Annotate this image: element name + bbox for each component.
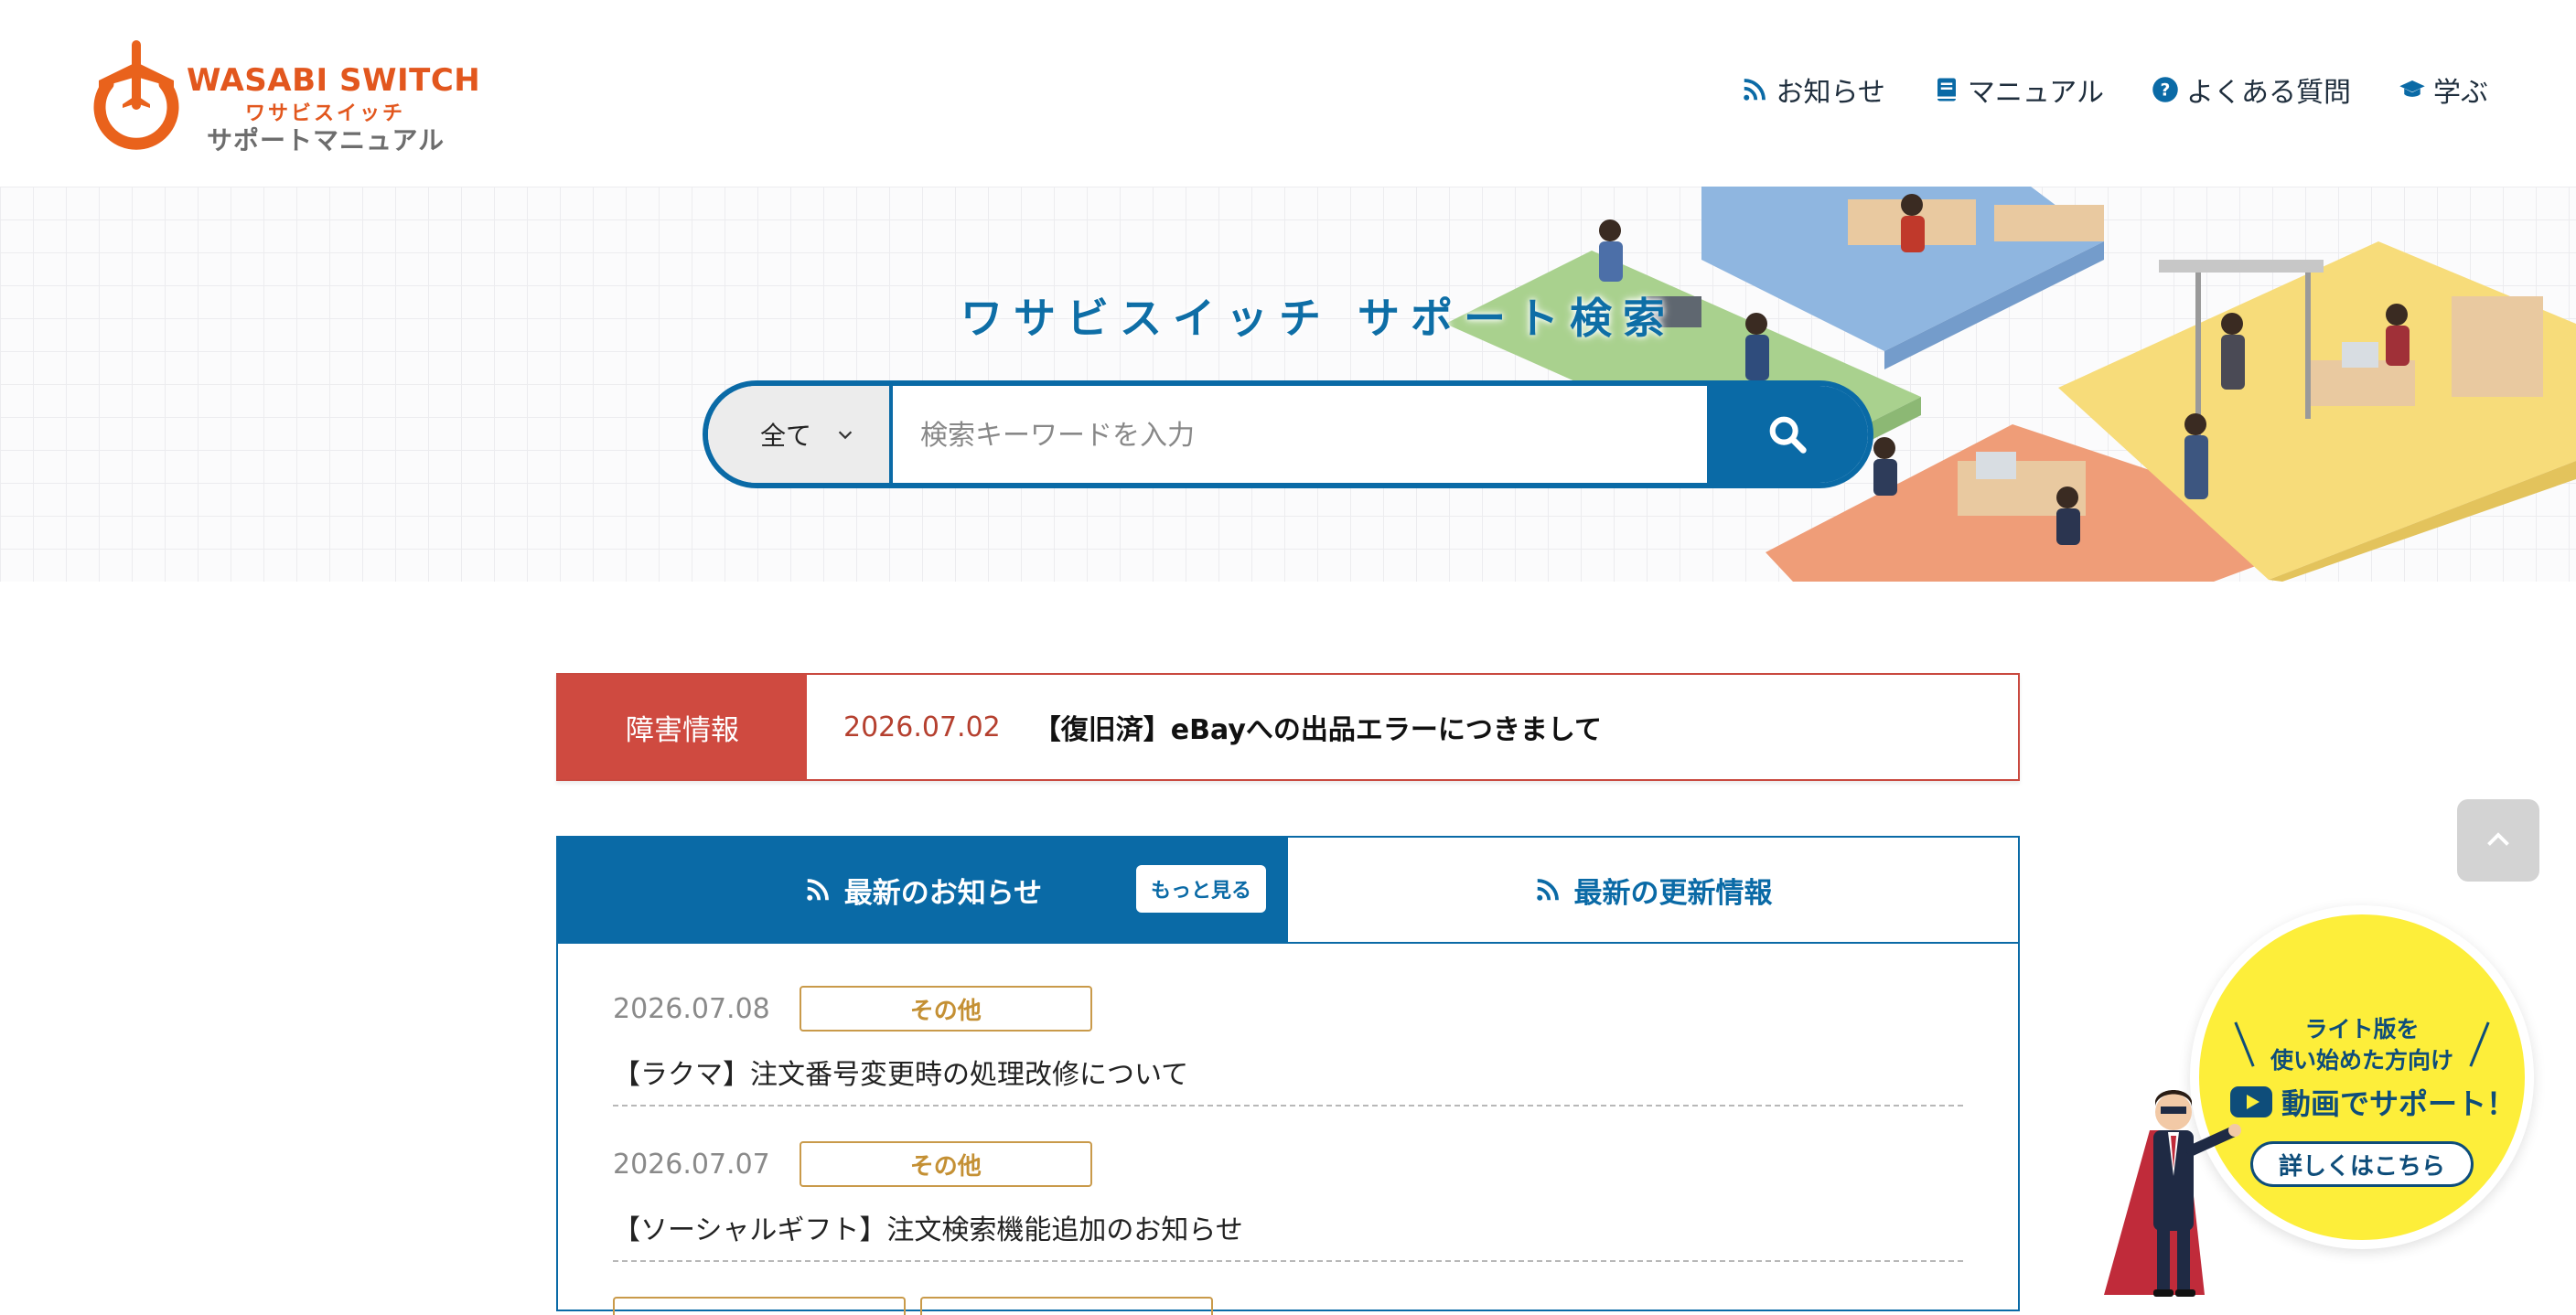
plane-power-logo-icon (93, 40, 179, 150)
nav-item-label: 学ぶ (2433, 77, 2488, 109)
promo-main-text: 動画でサポート！ (2281, 1086, 2517, 1121)
search-button[interactable] (1707, 386, 1868, 483)
promo-details-button[interactable]: 詳しくはこちら (2250, 1141, 2474, 1187)
svg-text:?: ? (2161, 80, 2171, 100)
news-title[interactable]: 【ソーシャルギフト】注文検索機能追加のお知らせ (613, 1207, 1963, 1247)
chevron-down-icon (838, 431, 853, 440)
tab-label: 最新のお知らせ (843, 876, 1043, 910)
search-icon (1769, 416, 1807, 454)
superhero-businessman-illustration (2104, 1090, 2241, 1297)
nav-item-manual[interactable]: マニュアル (1933, 69, 2104, 110)
divider (613, 1260, 1963, 1262)
logo-subtitle: サポートマニュアル (207, 125, 445, 155)
news-tabs: 最新のお知らせ もっと見る 最新の更新情報 (558, 838, 2018, 944)
news-item[interactable]: 2026.07.07 その他 【ソーシャルギフト】注文検索機能追加のお知らせ (613, 1141, 1963, 1247)
video-support-promo: ライト版を 使い始めた方向け 動画でサポート！ 詳しくはこちら (2086, 905, 2543, 1300)
rss-icon (1536, 879, 1559, 901)
news-title[interactable]: 【ラクマ】注文番号変更時の処理改修について (613, 1052, 1963, 1092)
search-hero: ワサビスイッチ サポート検索 全て (0, 187, 2576, 582)
news-category-tag: その他 (799, 1141, 1092, 1187)
tab-latest-updates[interactable]: 最新の更新情報 (1288, 838, 2018, 942)
chevron-up-icon (2487, 832, 2509, 846)
site-header: WASABI SWITCH ワサビスイッチ サポートマニュアル お知らせ マニュ… (0, 0, 2576, 187)
promo-line1: ライト版を (2304, 1016, 2420, 1042)
rss-icon (807, 879, 829, 901)
hero-title: ワサビスイッチ サポート検索 (961, 294, 1677, 343)
news-category-tag-partial (613, 1297, 906, 1315)
alert-label: 障害情報 (558, 675, 807, 779)
promo-heading: 動画でサポート！ (2230, 1081, 2516, 1123)
news-category-tag: その他 (799, 986, 1092, 1032)
news-date: 2026.07.07 (613, 1148, 770, 1181)
news-date: 2026.07.08 (613, 992, 770, 1025)
more-button[interactable]: もっと見る (1135, 865, 1266, 913)
alert-date: 2026.07.02 (843, 711, 1001, 743)
tab-latest-news[interactable]: 最新のお知らせ もっと見る (558, 838, 1288, 942)
nav-item-news[interactable]: お知らせ (1741, 69, 1885, 110)
main-nav: お知らせ マニュアル ? よくある質問 学ぶ (1741, 69, 2488, 110)
outage-alert: 障害情報 2026.07.02 【復旧済】eBayへの出品エラーにつきまして (556, 673, 2020, 781)
search-input[interactable] (893, 386, 1707, 483)
site-logo[interactable]: WASABI SWITCH ワサビスイッチ サポートマニュアル (88, 27, 480, 165)
graduation-cap-icon (2399, 80, 2425, 97)
scroll-to-top-button[interactable] (2457, 799, 2539, 882)
news-item[interactable]: 2026.07.08 その他 【ラクマ】注文番号変更時の処理改修について (613, 986, 1963, 1092)
nav-item-label: よくある質問 (2186, 77, 2351, 109)
nav-item-label: お知らせ (1776, 77, 1885, 109)
news-category-tag-partial (920, 1297, 1213, 1315)
rss-icon (1744, 79, 1766, 101)
tab-label: 最新の更新情報 (1573, 876, 1773, 910)
nav-item-faq[interactable]: ? よくある質問 (2152, 69, 2351, 110)
news-panel: 最新のお知らせ もっと見る 最新の更新情報 2026.07.08 その他 【ラク… (556, 836, 2020, 1315)
divider (613, 1105, 1963, 1107)
search-category-value: 全て (759, 421, 811, 451)
search-bar: 全て (703, 380, 1873, 488)
nav-item-label: マニュアル (1967, 77, 2104, 109)
alert-link[interactable]: 【復旧済】eBayへの出品エラーにつきまして (1034, 707, 1602, 747)
question-icon: ? (2152, 77, 2178, 102)
book-icon (1937, 78, 1956, 102)
logo-brand-en: WASABI SWITCH (187, 62, 481, 99)
search-category-select[interactable]: 全て (708, 386, 893, 483)
nav-item-learn[interactable]: 学ぶ (2399, 69, 2488, 110)
